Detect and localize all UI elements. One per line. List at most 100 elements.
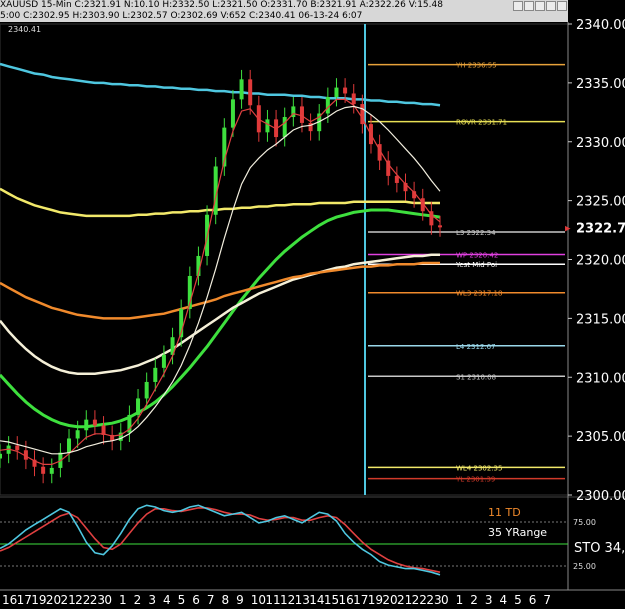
x-tick-label: 11	[265, 593, 280, 607]
x-tick-label: 5	[178, 593, 186, 607]
x-tick-label: 10	[251, 593, 266, 607]
level-label: L3 2322.34	[456, 229, 496, 237]
candle-body	[75, 430, 80, 439]
yrange-label: 35 YRange	[488, 526, 547, 539]
x-tick-label: 19	[31, 593, 46, 607]
y-tick-label: 2340.00	[576, 18, 625, 33]
x-tick-label: 1	[456, 593, 464, 607]
time-axis: 16 17 19 20 21 22 23 0 1 2 3 4 5 6 7 8 9 10 11 12 13 14 15 16 17…	[2, 593, 551, 607]
candle-body	[248, 79, 253, 106]
stoch-tick-label: 75.00	[573, 518, 596, 527]
x-tick-label: 3	[485, 593, 493, 607]
x-tick-label: 22	[75, 593, 90, 607]
x-tick-label: 5	[514, 593, 522, 607]
x-tick-label: 7	[207, 593, 215, 607]
candle-body	[161, 354, 166, 368]
candle-body	[153, 367, 158, 382]
y-tick-label: 2300.00	[576, 489, 625, 504]
level-label: Yest Mid Poi	[455, 261, 497, 269]
green_ma	[0, 208, 441, 429]
x-tick-label: 23	[90, 593, 105, 607]
candle-body	[343, 87, 348, 94]
level-label: YL 2301.39	[455, 476, 495, 484]
candle-body	[41, 466, 46, 474]
fast_ma	[0, 98, 441, 465]
candle-body	[92, 419, 97, 426]
candle-body	[144, 381, 149, 399]
x-tick-label: 7	[543, 593, 551, 607]
level-label: WP 2320.42	[456, 252, 498, 260]
stoch-label: STO 34,	[574, 541, 625, 556]
x-tick-label: 0	[104, 593, 112, 607]
x-tick-label: 6	[529, 593, 537, 607]
x-tick-label: 23	[426, 593, 441, 607]
candle-body	[15, 445, 20, 451]
level-label: WL4 2302.35	[456, 464, 502, 472]
x-tick-label: 4	[163, 593, 171, 607]
x-tick-label: 4	[499, 593, 507, 607]
y-tick-label: 2335.00	[576, 77, 625, 92]
y-tick-label: 2310.00	[576, 371, 625, 386]
candle-body	[265, 119, 270, 133]
level-label: ROVR 2331.71	[456, 119, 507, 127]
candle-body	[136, 398, 141, 415]
y-tick-label: 2325.00	[576, 195, 625, 210]
cream_ma	[0, 253, 440, 375]
candle-body	[0, 453, 2, 459]
top-left-price: 2340.41	[8, 25, 41, 34]
candle-body	[67, 438, 72, 453]
x-tick-label: 20	[382, 593, 397, 607]
last-price-arrow: ▸	[565, 221, 571, 234]
x-tick-label: 2	[134, 593, 142, 607]
level-label: S1 2310.08	[456, 373, 496, 381]
yellow_ma	[0, 187, 440, 218]
candle-body	[334, 87, 339, 98]
orange_ma	[0, 261, 440, 320]
x-tick-label: 16	[339, 593, 354, 607]
candle-body	[438, 225, 442, 228]
level-label: L4 2312.67	[456, 343, 496, 351]
x-tick-label: 22	[412, 593, 427, 607]
y-tick-label: 2320.00	[576, 254, 625, 269]
x-tick-label: 12	[280, 593, 295, 607]
candle-body	[351, 93, 356, 105]
td-label: 11 TD	[488, 506, 521, 519]
x-tick-label: 13	[295, 593, 310, 607]
stoch-tick-label: 25.00	[573, 562, 596, 571]
x-tick-label: 14	[309, 593, 324, 607]
price-panel: YH 2336.55 ROVR 2331.71 L3 2322.34 WP 2320.…	[0, 22, 625, 591]
x-tick-label: 8	[221, 593, 229, 607]
x-tick-label: 15	[324, 593, 339, 607]
last-price-label: 2322.73	[576, 221, 625, 236]
cyan_ma	[0, 62, 441, 107]
x-tick-label: 6	[192, 593, 200, 607]
y-tick-label: 2315.00	[576, 312, 625, 327]
candle-body	[239, 79, 244, 100]
stoch-d-line	[0, 507, 441, 573]
y-tick-label: 2330.00	[576, 136, 625, 151]
candle-body	[299, 106, 304, 123]
x-tick-label: 2	[470, 593, 478, 607]
x-tick-label: 3	[148, 593, 156, 607]
slow_ma	[0, 105, 441, 455]
candle-body	[230, 99, 235, 128]
price-axis: 2340.00 2335.00 2330.00 2325.00 2320.00 2315.…	[565, 18, 625, 504]
candle-body	[282, 117, 287, 138]
x-tick-label: 17	[353, 593, 368, 607]
x-tick-label: 20	[46, 593, 61, 607]
x-tick-label: 16	[2, 593, 17, 607]
candle-body	[84, 419, 89, 431]
level-label: WL3 2317.18	[456, 290, 502, 298]
x-tick-label: 19	[368, 593, 383, 607]
price-chart[interactable]: YH 2336.55 ROVR 2331.71 L3 2322.34 WP 2320.…	[0, 0, 625, 609]
level-label: YH 2336.55	[455, 62, 497, 70]
x-tick-label: 21	[61, 593, 76, 607]
candle-body	[325, 97, 330, 114]
candle-body	[49, 467, 54, 474]
x-tick-label: 9	[236, 593, 244, 607]
x-tick-label: 17	[17, 593, 32, 607]
y-tick-label: 2305.00	[576, 430, 625, 445]
x-tick-label: 21	[397, 593, 412, 607]
x-tick-label: 0	[441, 593, 449, 607]
stoch-k-line	[0, 504, 441, 576]
